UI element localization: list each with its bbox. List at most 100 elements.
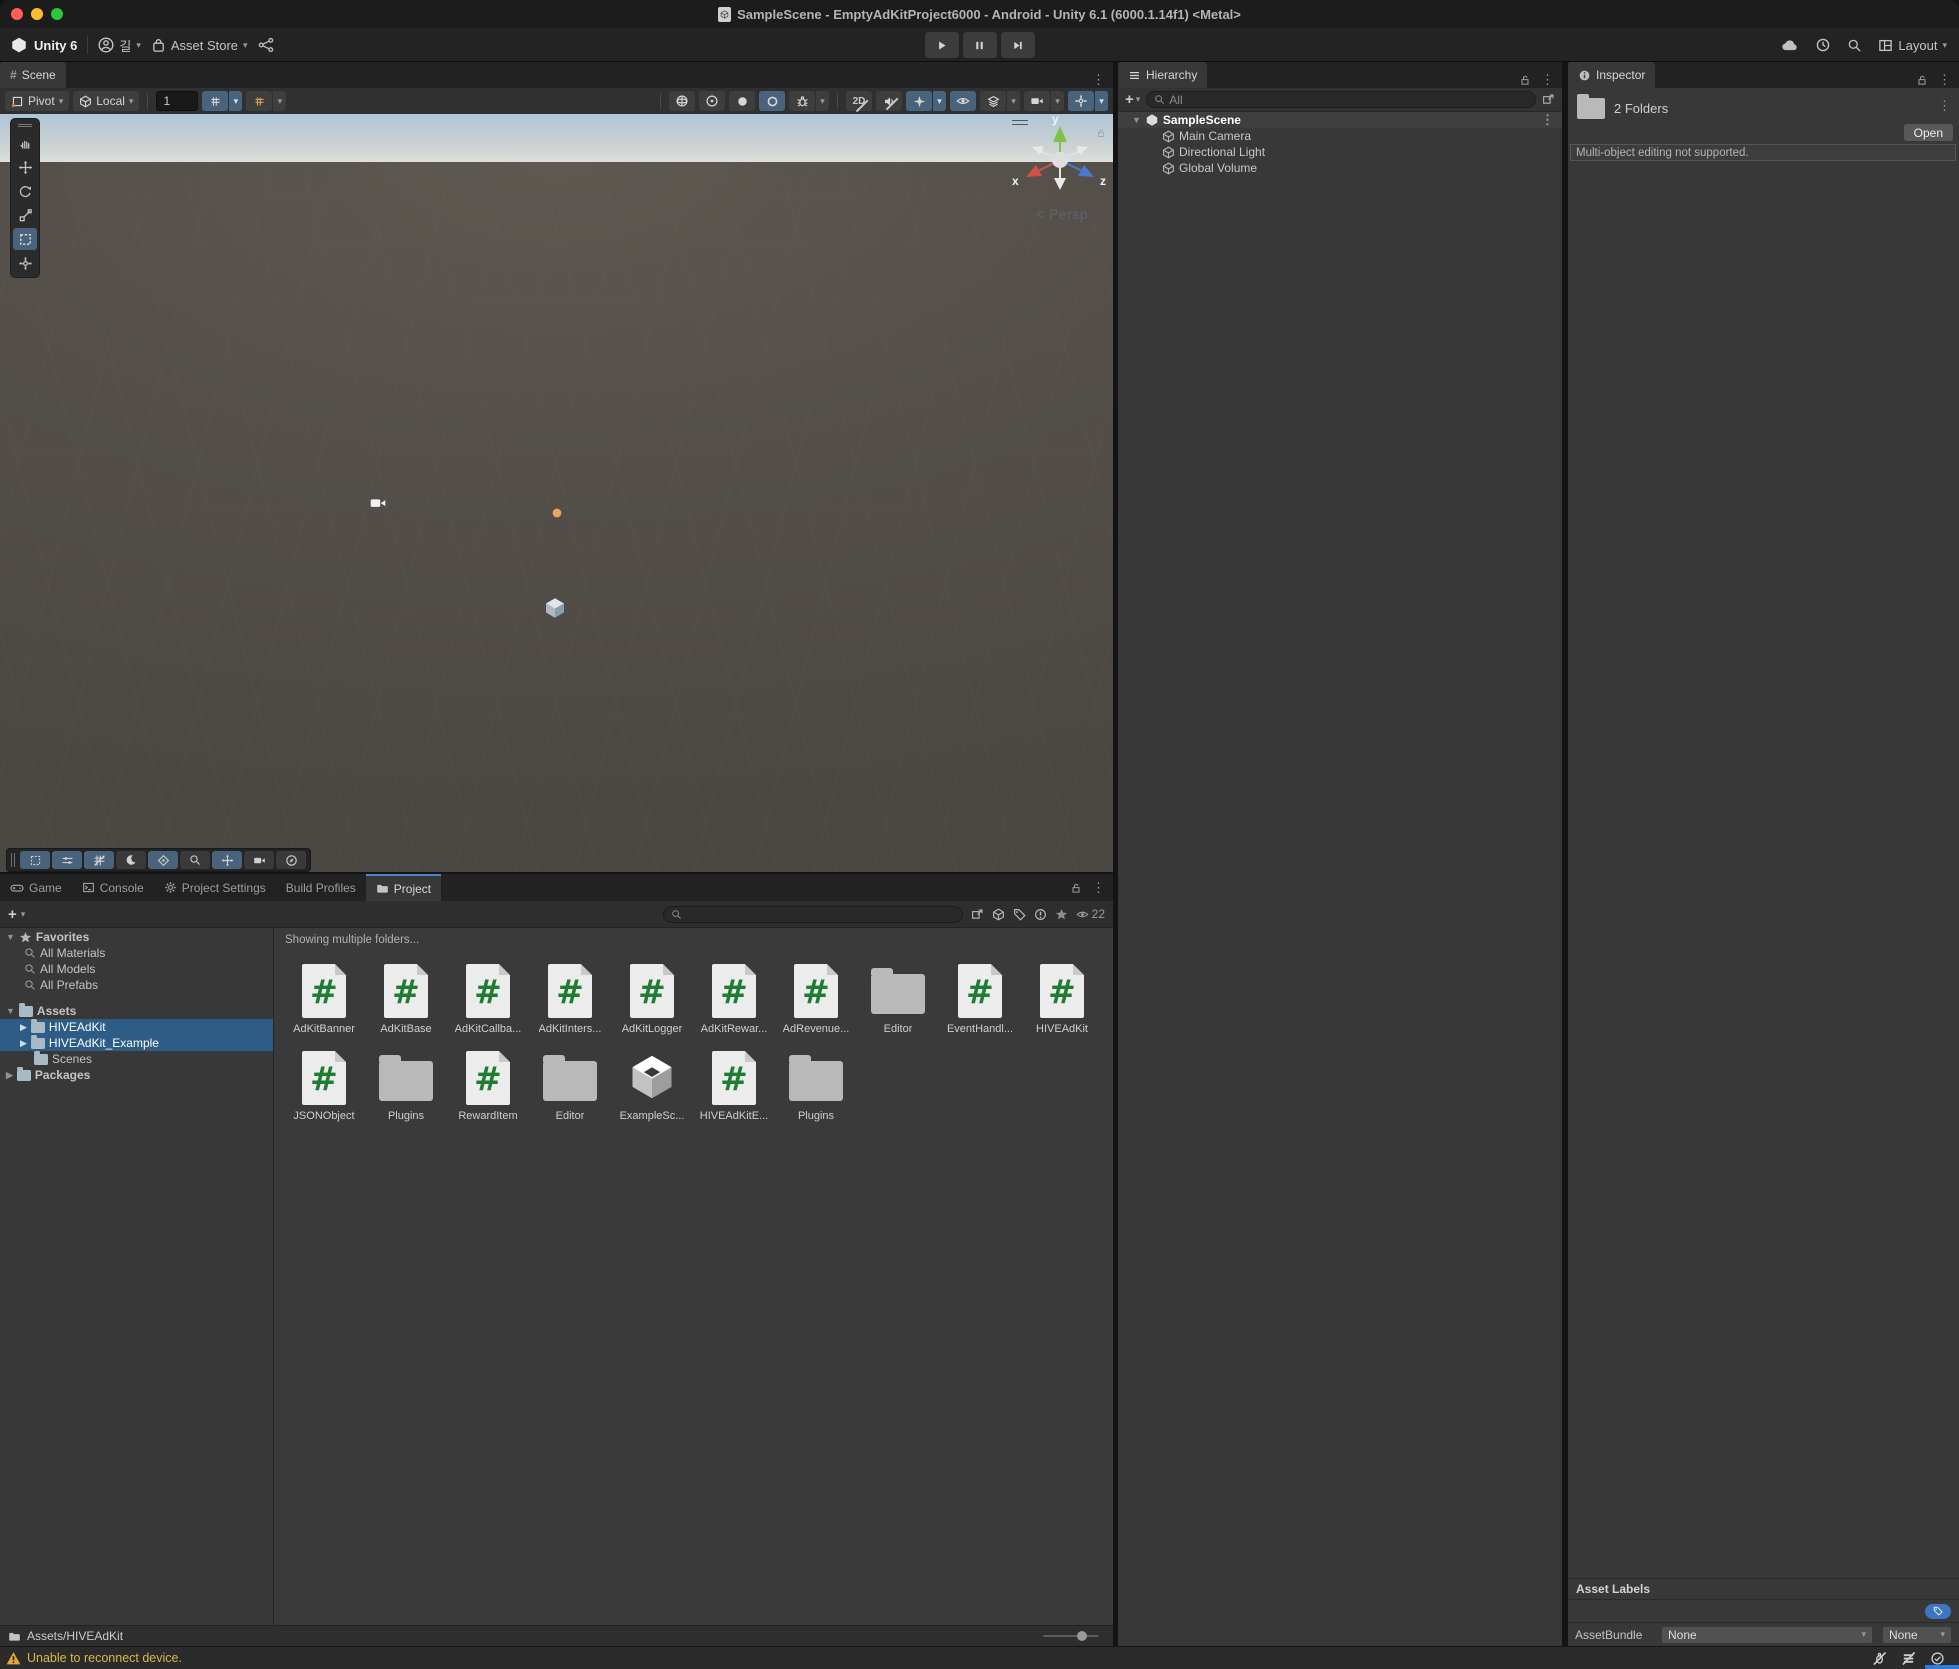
layout-dropdown[interactable]: Layout ▾ bbox=[1878, 38, 1947, 53]
hierarchy-scene-root[interactable]: ▼ SampleScene ⋮ bbox=[1118, 112, 1562, 128]
effects-dropdown[interactable]: ▾ bbox=[933, 91, 946, 111]
scene-camera-button[interactable] bbox=[1024, 91, 1050, 111]
open-search-window-button[interactable] bbox=[971, 908, 984, 921]
lock-icon[interactable] bbox=[1519, 74, 1531, 86]
move-tool[interactable] bbox=[13, 156, 37, 178]
file-hiveadkit[interactable]: HIVEAdKit bbox=[1021, 960, 1103, 1035]
scale-tool[interactable] bbox=[13, 204, 37, 226]
lock-icon[interactable] bbox=[1916, 74, 1928, 86]
file-adkitbanner[interactable]: AdKitBanner bbox=[283, 960, 365, 1035]
tab-hierarchy[interactable]: Hierarchy bbox=[1118, 62, 1207, 88]
file-examplescene[interactable]: ExampleSc... bbox=[611, 1047, 693, 1122]
search-icon[interactable] bbox=[1847, 38, 1862, 53]
sidebar-item-hiveadkit[interactable]: ▶ HIVEAdKit bbox=[0, 1019, 273, 1035]
hierarchy-item-global-volume[interactable]: Global Volume bbox=[1118, 160, 1562, 176]
folder-editor[interactable]: Editor bbox=[857, 960, 939, 1035]
scene-camera-dropdown[interactable]: ▾ bbox=[1051, 91, 1064, 111]
lock-icon[interactable] bbox=[1070, 882, 1082, 894]
file-hiveadkite[interactable]: HIVEAdKitE... bbox=[693, 1047, 775, 1122]
header-options-menu[interactable]: ⋮ bbox=[1938, 98, 1951, 114]
file-adrevenue[interactable]: AdRevenue... bbox=[775, 960, 857, 1035]
foldout-open-icon[interactable]: ▼ bbox=[6, 933, 15, 942]
pause-button[interactable] bbox=[963, 32, 997, 58]
tab-project-settings[interactable]: Project Settings bbox=[154, 874, 276, 901]
overlay-drag-handle[interactable] bbox=[1012, 120, 1028, 125]
tab-console[interactable]: Console bbox=[72, 874, 154, 901]
gizmos-dropdown[interactable]: ▾ bbox=[1095, 91, 1108, 111]
step-button[interactable] bbox=[1001, 32, 1035, 58]
view-hand-tool[interactable] bbox=[13, 132, 37, 154]
asset-store-menu[interactable]: Asset Store ▾ bbox=[151, 38, 248, 53]
project-search-field[interactable] bbox=[663, 906, 963, 923]
grid-visibility-toggle[interactable] bbox=[84, 851, 114, 869]
tab-inspector[interactable]: Inspector bbox=[1568, 62, 1655, 88]
scene-options-menu[interactable]: ⋮ bbox=[1541, 112, 1562, 128]
sidebar-item-hiveadkit-example[interactable]: ▶ HIVEAdKit_Example bbox=[0, 1035, 273, 1051]
move-overlay-toggle[interactable] bbox=[212, 851, 242, 869]
foldout-closed-icon[interactable]: ▶ bbox=[20, 1039, 27, 1048]
activity-ok-icon[interactable] bbox=[1930, 1651, 1945, 1666]
favorites-star-button[interactable] bbox=[1055, 908, 1068, 921]
pivot-dropdown[interactable]: Pivot ▾ bbox=[5, 91, 69, 111]
overlay-drag-handle[interactable] bbox=[18, 124, 32, 127]
sidebar-item-all-models[interactable]: All Models bbox=[0, 961, 273, 977]
scene-more-menu[interactable]: ⋮ bbox=[1092, 72, 1105, 88]
compass-toggle[interactable] bbox=[276, 851, 306, 869]
open-button[interactable]: Open bbox=[1904, 124, 1953, 141]
slider-knob[interactable] bbox=[1077, 1631, 1087, 1641]
tab-game[interactable]: Game bbox=[0, 874, 72, 901]
sidebar-item-all-materials[interactable]: All Materials bbox=[0, 945, 273, 961]
play-button[interactable] bbox=[925, 32, 959, 58]
foldout-closed-icon[interactable]: ▶ bbox=[20, 1023, 27, 1032]
debugger-detached-icon[interactable] bbox=[1872, 1651, 1887, 1666]
status-message[interactable]: Unable to reconnect device. bbox=[27, 1651, 182, 1665]
transform-tool[interactable] bbox=[13, 252, 37, 274]
tab-scene[interactable]: # Scene bbox=[0, 62, 66, 88]
hidden-count-indicator[interactable]: 22 bbox=[1076, 907, 1105, 921]
history-icon[interactable] bbox=[1815, 37, 1831, 53]
global-volume-gizmo-icon[interactable] bbox=[543, 596, 567, 620]
rect-select-toggle[interactable] bbox=[20, 851, 50, 869]
create-object-button[interactable]: + bbox=[1125, 91, 1134, 108]
assetbundle-select[interactable]: None ▾ bbox=[1661, 1626, 1873, 1644]
snap-settings-dropdown[interactable]: ▾ bbox=[273, 91, 286, 111]
search-overlay-button[interactable] bbox=[180, 851, 210, 869]
create-asset-button[interactable]: + bbox=[8, 906, 17, 923]
folder-plugins-2[interactable]: Plugins bbox=[775, 1047, 857, 1122]
hierarchy-item-directional-light[interactable]: Directional Light bbox=[1118, 144, 1562, 160]
shading-mode-button[interactable] bbox=[669, 91, 695, 111]
night-mode-toggle[interactable] bbox=[116, 851, 146, 869]
search-by-type-button[interactable] bbox=[992, 908, 1005, 921]
lock-icon[interactable] bbox=[1096, 128, 1106, 138]
tool-settings-toggle[interactable] bbox=[52, 851, 82, 869]
file-jsonobject[interactable]: JSONObject bbox=[283, 1047, 365, 1122]
cache-server-disabled-icon[interactable] bbox=[1901, 1651, 1916, 1666]
folder-editor-2[interactable]: Editor bbox=[529, 1047, 611, 1122]
layers-toggle[interactable] bbox=[980, 91, 1006, 111]
folder-plugins[interactable]: Plugins bbox=[365, 1047, 447, 1122]
grid-axis-toggle[interactable] bbox=[202, 91, 228, 111]
directional-light-gizmo-icon[interactable] bbox=[544, 500, 570, 526]
scene-viewport[interactable]: y x z < Persp bbox=[0, 114, 1113, 872]
hierarchy-item-main-camera[interactable]: Main Camera bbox=[1118, 128, 1562, 144]
file-adkitlogger[interactable]: AdKitLogger bbox=[611, 960, 693, 1035]
debug-bug-toggle[interactable] bbox=[789, 91, 815, 111]
snap-settings-toggle[interactable] bbox=[246, 91, 272, 111]
cloud-icon[interactable] bbox=[1781, 36, 1799, 54]
2d-view-toggle[interactable]: 2D bbox=[846, 91, 872, 111]
file-adkitcallback[interactable]: AdKitCallba... bbox=[447, 960, 529, 1035]
gizmos-toggle[interactable] bbox=[1068, 91, 1094, 111]
foldout-closed-icon[interactable]: ▶ bbox=[6, 1071, 13, 1080]
project-more-menu[interactable]: ⋮ bbox=[1092, 880, 1105, 896]
search-by-importlog-button[interactable] bbox=[1034, 908, 1047, 921]
sidebar-item-scenes[interactable]: Scenes bbox=[0, 1051, 273, 1067]
open-search-window-button[interactable] bbox=[1542, 93, 1555, 106]
fog-toggle[interactable] bbox=[759, 91, 785, 111]
chevron-down-icon[interactable]: ▾ bbox=[21, 910, 26, 919]
add-label-button[interactable] bbox=[1925, 1604, 1951, 1619]
collab-network-icon[interactable] bbox=[258, 37, 274, 53]
rotate-tool[interactable] bbox=[13, 180, 37, 202]
rect-tool[interactable] bbox=[13, 228, 37, 250]
breadcrumb[interactable]: Assets/HIVEAdKit bbox=[27, 1629, 123, 1643]
lighting-toggle[interactable] bbox=[699, 91, 725, 111]
